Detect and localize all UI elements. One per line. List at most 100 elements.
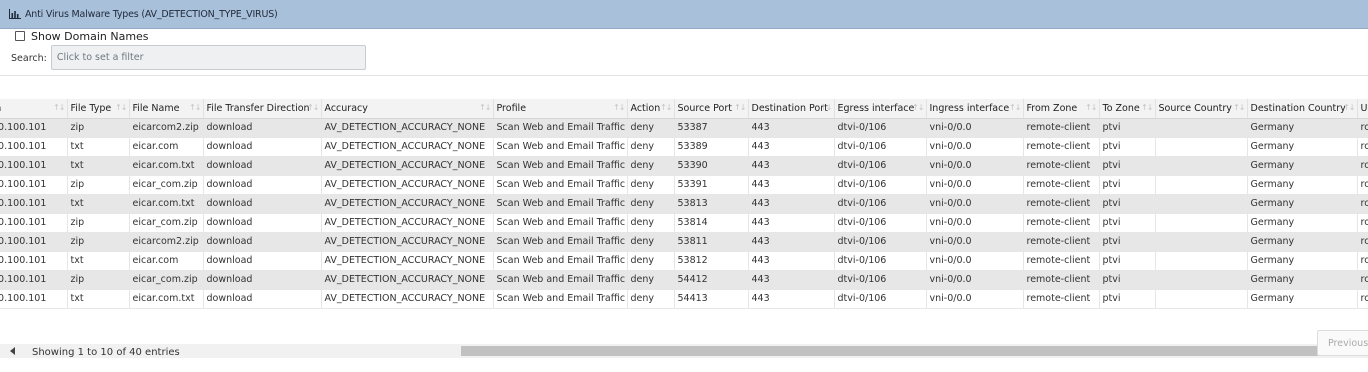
table-row[interactable]: 20.100.101txteicar.com.txtdownloadAV_DET… [0,156,1368,176]
column-header[interactable]: From Zone ↑↓ [1023,99,1100,119]
table-cell: zip [67,270,130,290]
horizontal-scrollbar[interactable] [0,344,1368,358]
column-header[interactable]: m ↑↓ [0,99,68,119]
table-cell [1155,175,1248,195]
table-cell: download [203,289,322,309]
table-row[interactable]: 20.100.101zipeicarcom2.zipdownloadAV_DET… [0,118,1368,138]
table-cell: dtvi-0/106 [834,232,927,252]
sort-arrows-icon[interactable]: ↑↓ [53,103,65,112]
sort-arrows-icon[interactable]: ↑↓ [820,103,832,112]
table-cell: deny [627,251,675,271]
column-header-label: Destination Country [1250,102,1346,114]
table-cell: rc [1357,118,1368,138]
sort-arrows-icon[interactable]: ↑↓ [734,103,746,112]
sort-arrows-icon[interactable]: ↑↓ [115,103,127,112]
table-row[interactable]: 20.100.101txteicar.com.txtdownloadAV_DET… [0,194,1368,214]
table-cell: dtvi-0/106 [834,137,927,157]
table-cell: 443 [748,156,835,176]
sort-arrows-icon[interactable]: ↑↓ [1233,103,1245,112]
table-cell: download [203,175,322,195]
table-cell: txt [67,156,130,176]
column-header[interactable]: Action ↑↓ [627,99,675,119]
column-header[interactable]: Source Port ↑↓ [674,99,749,119]
table-cell: 20.100.101 [0,289,68,309]
column-header[interactable]: Profile ↑↓ [493,99,628,119]
sort-arrows-icon[interactable]: ↑↓ [479,103,491,112]
show-domain-names-checkbox[interactable] [15,31,25,41]
table-cell: Germany [1247,270,1358,290]
table-cell: 20.100.101 [0,251,68,271]
table-cell: eicar.com.txt [129,156,204,176]
table-cell: 53390 [674,156,749,176]
scroll-left-arrow-icon[interactable] [10,347,15,355]
table-cell: rc [1357,213,1368,233]
table-cell: dtvi-0/106 [834,118,927,138]
table-cell: ptvi [1099,137,1156,157]
sort-arrows-icon[interactable]: ↑↓ [307,103,319,112]
sort-arrows-icon[interactable]: ↑↓ [1343,103,1355,112]
table-cell: Scan Web and Email Traffic [493,213,628,233]
table-cell: remote-client [1023,137,1100,157]
previous-page-button[interactable]: Previous [1317,330,1368,356]
table-cell: AV_DETECTION_ACCURACY_NONE [321,118,494,138]
column-header[interactable]: To Zone ↑↓ [1099,99,1156,119]
column-header[interactable]: Accuracy ↑↓ [321,99,494,119]
table-cell: 20.100.101 [0,213,68,233]
table-cell: rc [1357,270,1368,290]
table-cell: deny [627,270,675,290]
table-cell: deny [627,137,675,157]
search-input[interactable] [50,45,366,70]
column-header[interactable]: Destination Country ↑↓ [1247,99,1358,119]
table-cell: deny [627,156,675,176]
column-header[interactable]: File Name ↑↓ [129,99,204,119]
column-header[interactable]: File Transfer Direction ↑↓ [203,99,322,119]
table-cell: AV_DETECTION_ACCURACY_NONE [321,251,494,271]
table-cell: dtvi-0/106 [834,270,927,290]
table-cell: Germany [1247,118,1358,138]
column-header[interactable]: Ingress interface ↑↓ [926,99,1024,119]
table-cell: vni-0/0.0 [926,118,1024,138]
sort-arrows-icon[interactable]: ↑↓ [1009,103,1021,112]
column-header-label: Egress interface [837,102,915,114]
column-header-label: From Zone [1026,102,1078,114]
table-row[interactable]: 20.100.101zipeicar_com.zipdownloadAV_DET… [0,270,1368,290]
sort-arrows-icon[interactable]: ↑↓ [1085,103,1097,112]
table-cell: AV_DETECTION_ACCURACY_NONE [321,175,494,195]
column-header-label: Profile [496,102,527,114]
table-cell [1155,289,1248,309]
table-cell: deny [627,289,675,309]
sort-arrows-icon[interactable]: ↑↓ [912,103,924,112]
table-row[interactable]: 20.100.101zipeicarcom2.zipdownloadAV_DET… [0,232,1368,252]
scrollbar-thumb[interactable] [461,346,1368,356]
table-cell: 443 [748,137,835,157]
column-header[interactable]: File Type ↑↓ [67,99,130,119]
table-cell [1155,251,1248,271]
table-cell: deny [627,232,675,252]
column-header[interactable]: Destination Port ↑↓ [748,99,835,119]
table-row[interactable]: 20.100.101zipeicar_com.zipdownloadAV_DET… [0,213,1368,233]
table-row[interactable]: 20.100.101txteicar.com.txtdownloadAV_DET… [0,289,1368,309]
sort-arrows-icon[interactable]: ↑↓ [660,103,672,112]
column-header-label: Ingress interface [929,102,1010,114]
table-cell: txt [67,251,130,271]
sort-arrows-icon[interactable]: ↑↓ [189,103,201,112]
table-cell: vni-0/0.0 [926,232,1024,252]
table-cell: zip [67,175,130,195]
table-row[interactable]: 20.100.101txteicar.comdownloadAV_DETECTI… [0,137,1368,157]
show-domain-names-option[interactable]: Show Domain Names [15,29,149,43]
table-cell: vni-0/0.0 [926,156,1024,176]
divider [0,75,1368,76]
table-cell: 54412 [674,270,749,290]
sort-arrows-icon[interactable]: ↑↓ [613,103,625,112]
table-cell: AV_DETECTION_ACCURACY_NONE [321,232,494,252]
table-row[interactable]: 20.100.101txteicar.comdownloadAV_DETECTI… [0,251,1368,271]
show-domain-names-label[interactable]: Show Domain Names [31,30,149,43]
column-header[interactable]: Egress interface ↑↓ [834,99,927,119]
column-header[interactable]: Us [1357,99,1368,119]
column-header[interactable]: Source Country ↑↓ [1155,99,1248,119]
table-cell: download [203,194,322,214]
table-row[interactable]: 20.100.101zipeicar_com.zipdownloadAV_DET… [0,175,1368,195]
sort-arrows-icon[interactable]: ↑↓ [1141,103,1153,112]
table-cell: ptvi [1099,156,1156,176]
table-cell: download [203,232,322,252]
